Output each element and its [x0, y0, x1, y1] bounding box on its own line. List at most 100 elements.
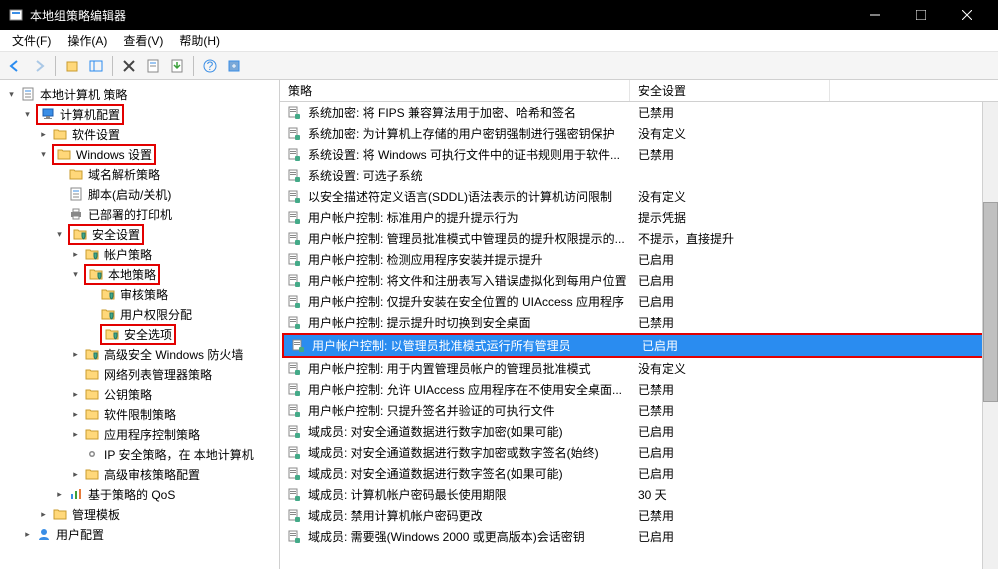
policy-row[interactable]: 系统设置: 将 Windows 可执行文件中的证书规则用于软件...已禁用 [280, 144, 998, 165]
window-title: 本地组策略编辑器 [30, 7, 852, 24]
expand-toggle-icon[interactable] [54, 189, 65, 200]
list-body[interactable]: 系统加密: 将 FIPS 兼容算法用于加密、哈希和签名已禁用系统加密: 为计算机… [280, 102, 998, 569]
tree-computer-config-icon [40, 106, 56, 122]
up-button[interactable] [61, 55, 83, 77]
tree-adv-audit[interactable]: ▸高级审核策略配置 [0, 464, 279, 484]
delete-button[interactable] [118, 55, 140, 77]
policy-row[interactable]: 域成员: 对安全通道数据进行数字签名(如果可能)已启用 [280, 463, 998, 484]
policy-row[interactable]: 用户帐户控制: 以管理员批准模式运行所有管理员已启用 [284, 335, 994, 356]
tree-computer-config[interactable]: ▾计算机配置 [0, 104, 279, 124]
policy-row[interactable]: 用户帐户控制: 允许 UIAccess 应用程序在不使用安全桌面...已禁用 [280, 379, 998, 400]
tree-dns-policy[interactable]: 域名解析策略 [0, 164, 279, 184]
expand-toggle-icon[interactable]: ▸ [70, 409, 81, 420]
policy-row[interactable]: 用户帐户控制: 标准用户的提升提示行为提示凭据 [280, 207, 998, 228]
policy-row[interactable]: 用户帐户控制: 管理员批准模式中管理员的提升权限提示的...不提示，直接提升 [280, 228, 998, 249]
export-button[interactable] [166, 55, 188, 77]
expand-toggle-icon[interactable] [86, 289, 97, 300]
tree-account-policies[interactable]: ▸ 帐户策略 [0, 244, 279, 264]
policy-name: 用户帐户控制: 允许 UIAccess 应用程序在不使用安全桌面... [304, 381, 630, 398]
vertical-scrollbar[interactable] [982, 102, 998, 569]
policy-row[interactable]: 用户帐户控制: 仅提升安装在安全位置的 UIAccess 应用程序已启用 [280, 291, 998, 312]
back-button[interactable] [4, 55, 26, 77]
expand-toggle-icon[interactable]: ▾ [22, 109, 33, 120]
expand-toggle-icon[interactable] [86, 329, 97, 340]
expand-toggle-icon[interactable]: ▸ [38, 509, 49, 520]
tree-user-config[interactable]: ▸用户配置 [0, 524, 279, 544]
policy-name: 域成员: 对安全通道数据进行数字签名(如果可能) [304, 465, 630, 482]
tree-admin-templates-icon [52, 506, 68, 522]
tree-ipsec[interactable]: IP 安全策略，在 本地计算机 [0, 444, 279, 464]
policy-row[interactable]: 系统加密: 将 FIPS 兼容算法用于加密、哈希和签名已禁用 [280, 102, 998, 123]
expand-toggle-icon[interactable] [86, 309, 97, 320]
tree-windows-settings[interactable]: ▾Windows 设置 [0, 144, 279, 164]
policy-row[interactable]: 用户帐户控制: 提示提升时切换到安全桌面已禁用 [280, 312, 998, 333]
menu-action[interactable]: 操作(A) [59, 30, 115, 51]
tree-printers[interactable]: 已部署的打印机 [0, 204, 279, 224]
expand-toggle-icon[interactable] [70, 449, 81, 460]
column-policy[interactable]: 策略 [280, 80, 630, 101]
tree-node-label: 帐户策略 [104, 246, 152, 263]
tree-qos[interactable]: ▸基于策略的 QoS [0, 484, 279, 504]
tree-security-options[interactable]: 安全选项 [0, 324, 279, 344]
tree-root[interactable]: ▾本地计算机 策略 [0, 84, 279, 104]
tree-public-key[interactable]: ▸公钥策略 [0, 384, 279, 404]
tree-panel[interactable]: ▾本地计算机 策略▾计算机配置▸软件设置▾Windows 设置域名解析策略脚本(… [0, 80, 280, 569]
menu-help[interactable]: 帮助(H) [171, 30, 228, 51]
minimize-button[interactable] [852, 0, 898, 30]
maximize-button[interactable] [898, 0, 944, 30]
policy-row[interactable]: 系统加密: 为计算机上存储的用户密钥强制进行强密钥保护没有定义 [280, 123, 998, 144]
menu-view[interactable]: 查看(V) [115, 30, 171, 51]
close-button[interactable] [944, 0, 990, 30]
tree-root-icon [20, 86, 36, 102]
tree-software-settings[interactable]: ▸软件设置 [0, 124, 279, 144]
tree-security-settings[interactable]: ▾安全设置 [0, 224, 279, 244]
expand-toggle-icon[interactable]: ▸ [70, 249, 81, 260]
policy-row[interactable]: 用户帐户控制: 检测应用程序安装并提示提升已启用 [280, 249, 998, 270]
show-hide-button[interactable] [85, 55, 107, 77]
expand-toggle-icon[interactable]: ▸ [70, 429, 81, 440]
filter-button[interactable] [223, 55, 245, 77]
policy-row[interactable]: 以安全描述符定义语言(SDDL)语法表示的计算机访问限制没有定义 [280, 186, 998, 207]
tree-admin-templates[interactable]: ▸管理模板 [0, 504, 279, 524]
forward-button[interactable] [28, 55, 50, 77]
tree-scripts[interactable]: 脚本(启动/关机) [0, 184, 279, 204]
tree-node-label: 本地策略 [108, 266, 156, 283]
expand-toggle-icon[interactable]: ▸ [70, 469, 81, 480]
tree-app-control[interactable]: ▸应用程序控制策略 [0, 424, 279, 444]
expand-toggle-icon[interactable]: ▾ [54, 229, 65, 240]
policy-row[interactable]: 用户帐户控制: 将文件和注册表写入错误虚拟化到每用户位置已启用 [280, 270, 998, 291]
policy-row[interactable]: 用户帐户控制: 用于内置管理员帐户的管理员批准模式没有定义 [280, 358, 998, 379]
expand-toggle-icon[interactable]: ▾ [70, 269, 81, 280]
tree-firewall[interactable]: ▸高级安全 Windows 防火墙 [0, 344, 279, 364]
tree-user-rights[interactable]: 用户权限分配 [0, 304, 279, 324]
policy-name: 用户帐户控制: 以管理员批准模式运行所有管理员 [308, 337, 634, 354]
expand-toggle-icon[interactable] [54, 169, 65, 180]
expand-toggle-icon[interactable]: ▸ [70, 389, 81, 400]
tree-network-list[interactable]: 网络列表管理器策略 [0, 364, 279, 384]
policy-row[interactable]: 系统设置: 可选子系统 [280, 165, 998, 186]
policy-row[interactable]: 域成员: 计算机帐户密码最长使用期限30 天 [280, 484, 998, 505]
tree-software-restriction[interactable]: ▸软件限制策略 [0, 404, 279, 424]
policy-value: 已禁用 [630, 507, 830, 524]
tree-local-policies[interactable]: ▾ 本地策略 [0, 264, 279, 284]
expand-toggle-icon[interactable] [70, 369, 81, 380]
policy-row[interactable]: 域成员: 对安全通道数据进行数字加密(如果可能)已启用 [280, 421, 998, 442]
policy-row[interactable]: 用户帐户控制: 只提升签名并验证的可执行文件已禁用 [280, 400, 998, 421]
expand-toggle-icon[interactable]: ▸ [38, 129, 49, 140]
column-setting[interactable]: 安全设置 [630, 80, 830, 101]
policy-row[interactable]: 域成员: 需要强(Windows 2000 或更高版本)会话密钥已启用 [280, 526, 998, 547]
tree-audit-policy[interactable]: 审核策略 [0, 284, 279, 304]
help-button[interactable]: ? [199, 55, 221, 77]
scrollbar-thumb[interactable] [983, 202, 998, 402]
expand-toggle-icon[interactable]: ▾ [6, 89, 17, 100]
policy-icon [284, 211, 304, 225]
properties-button[interactable] [142, 55, 164, 77]
expand-toggle-icon[interactable]: ▸ [54, 489, 65, 500]
expand-toggle-icon[interactable]: ▸ [70, 349, 81, 360]
menu-file[interactable]: 文件(F) [4, 30, 59, 51]
policy-row[interactable]: 域成员: 对安全通道数据进行数字加密或数字签名(始终)已启用 [280, 442, 998, 463]
expand-toggle-icon[interactable] [54, 209, 65, 220]
policy-row[interactable]: 域成员: 禁用计算机帐户密码更改已禁用 [280, 505, 998, 526]
expand-toggle-icon[interactable]: ▸ [22, 529, 33, 540]
expand-toggle-icon[interactable]: ▾ [38, 149, 49, 160]
